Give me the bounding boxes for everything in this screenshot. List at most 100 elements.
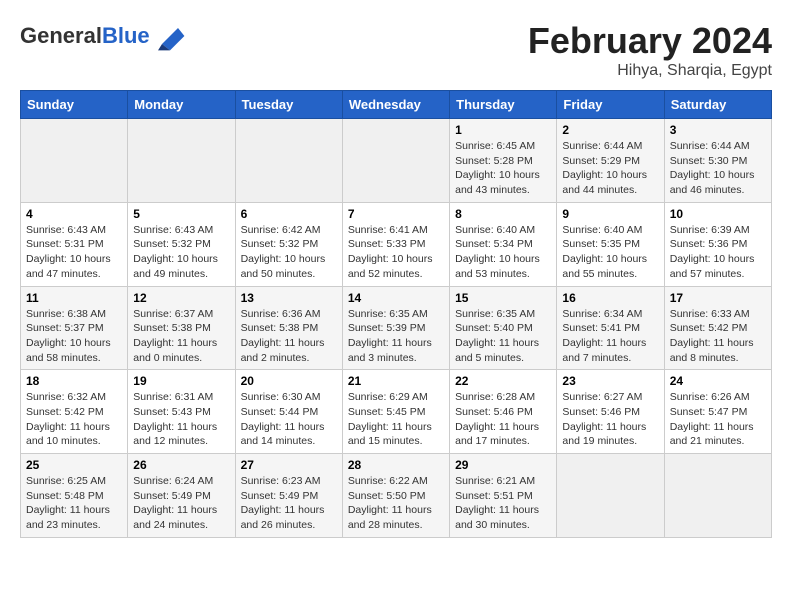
day-info: Sunrise: 6:35 AM Sunset: 5:40 PM Dayligh…	[455, 307, 551, 366]
day-info: Sunrise: 6:35 AM Sunset: 5:39 PM Dayligh…	[348, 307, 444, 366]
calendar-cell: 14 Sunrise: 6:35 AM Sunset: 5:39 PM Dayli…	[342, 286, 449, 370]
logo-blue-text: Blue	[102, 23, 150, 48]
day-number: 2	[562, 123, 658, 137]
day-number: 12	[133, 291, 229, 305]
calendar-cell	[128, 119, 235, 203]
day-number: 28	[348, 458, 444, 472]
day-number: 21	[348, 374, 444, 388]
day-info: Sunrise: 6:37 AM Sunset: 5:38 PM Dayligh…	[133, 307, 229, 366]
day-info: Sunrise: 6:22 AM Sunset: 5:50 PM Dayligh…	[348, 474, 444, 533]
calendar-cell: 3 Sunrise: 6:44 AM Sunset: 5:30 PM Daylig…	[664, 119, 771, 203]
calendar-cell: 20Sunrise: 6:30 AM Sunset: 5:44 PM Dayli…	[235, 370, 342, 454]
day-info: Sunrise: 6:23 AM Sunset: 5:49 PM Dayligh…	[241, 474, 337, 533]
day-number: 24	[670, 374, 766, 388]
day-number: 1	[455, 123, 551, 137]
day-number: 22	[455, 374, 551, 388]
day-number: 20	[241, 374, 337, 388]
day-info: Sunrise: 6:41 AM Sunset: 5:33 PM Dayligh…	[348, 223, 444, 282]
calendar-cell: 21Sunrise: 6:29 AM Sunset: 5:45 PM Dayli…	[342, 370, 449, 454]
logo-general-text: General	[20, 23, 102, 48]
calendar-cell: 24Sunrise: 6:26 AM Sunset: 5:47 PM Dayli…	[664, 370, 771, 454]
logo: GeneralBlue	[20, 20, 186, 52]
logo-icon	[154, 20, 186, 52]
day-number: 6	[241, 207, 337, 221]
day-number: 19	[133, 374, 229, 388]
header-row: SundayMondayTuesdayWednesdayThursdayFrid…	[21, 91, 772, 119]
day-info: Sunrise: 6:40 AM Sunset: 5:34 PM Dayligh…	[455, 223, 551, 282]
week-row-2: 4 Sunrise: 6:43 AM Sunset: 5:31 PM Daylig…	[21, 202, 772, 286]
calendar-cell: 16 Sunrise: 6:34 AM Sunset: 5:41 PM Dayli…	[557, 286, 664, 370]
month-title: February 2024	[528, 20, 772, 62]
day-number: 11	[26, 291, 122, 305]
calendar-cell	[235, 119, 342, 203]
header-day-wednesday: Wednesday	[342, 91, 449, 119]
calendar-cell: 6 Sunrise: 6:42 AM Sunset: 5:32 PM Daylig…	[235, 202, 342, 286]
day-info: Sunrise: 6:32 AM Sunset: 5:42 PM Dayligh…	[26, 390, 122, 449]
day-number: 15	[455, 291, 551, 305]
day-info: Sunrise: 6:39 AM Sunset: 5:36 PM Dayligh…	[670, 223, 766, 282]
calendar-cell	[21, 119, 128, 203]
header-day-thursday: Thursday	[450, 91, 557, 119]
day-number: 3	[670, 123, 766, 137]
calendar-cell: 22 Sunrise: 6:28 AM Sunset: 5:46 PM Dayli…	[450, 370, 557, 454]
calendar-cell: 27 Sunrise: 6:23 AM Sunset: 5:49 PM Dayli…	[235, 454, 342, 538]
day-info: Sunrise: 6:36 AM Sunset: 5:38 PM Dayligh…	[241, 307, 337, 366]
header-day-saturday: Saturday	[664, 91, 771, 119]
day-number: 5	[133, 207, 229, 221]
calendar-cell: 9 Sunrise: 6:40 AM Sunset: 5:35 PM Daylig…	[557, 202, 664, 286]
calendar-cell: 18 Sunrise: 6:32 AM Sunset: 5:42 PM Dayli…	[21, 370, 128, 454]
header-day-friday: Friday	[557, 91, 664, 119]
calendar-cell	[342, 119, 449, 203]
day-info: Sunrise: 6:43 AM Sunset: 5:32 PM Dayligh…	[133, 223, 229, 282]
day-number: 25	[26, 458, 122, 472]
calendar-cell: 25 Sunrise: 6:25 AM Sunset: 5:48 PM Dayli…	[21, 454, 128, 538]
calendar-cell: 26 Sunrise: 6:24 AM Sunset: 5:49 PM Dayli…	[128, 454, 235, 538]
day-info: Sunrise: 6:28 AM Sunset: 5:46 PM Dayligh…	[455, 390, 551, 449]
header-day-sunday: Sunday	[21, 91, 128, 119]
calendar-cell	[664, 454, 771, 538]
calendar-header: SundayMondayTuesdayWednesdayThursdayFrid…	[21, 91, 772, 119]
day-number: 27	[241, 458, 337, 472]
day-number: 16	[562, 291, 658, 305]
day-number: 7	[348, 207, 444, 221]
day-number: 10	[670, 207, 766, 221]
page-header: GeneralBlue February 2024 Hihya, Sharqia…	[20, 20, 772, 80]
day-number: 14	[348, 291, 444, 305]
day-info: Sunrise: 6:38 AM Sunset: 5:37 PM Dayligh…	[26, 307, 122, 366]
location: Hihya, Sharqia, Egypt	[528, 62, 772, 80]
calendar-body: 1 Sunrise: 6:45 AM Sunset: 5:28 PM Daylig…	[21, 119, 772, 538]
day-number: 26	[133, 458, 229, 472]
calendar-cell: 17 Sunrise: 6:33 AM Sunset: 5:42 PM Dayli…	[664, 286, 771, 370]
header-day-tuesday: Tuesday	[235, 91, 342, 119]
calendar-cell: 10 Sunrise: 6:39 AM Sunset: 5:36 PM Dayli…	[664, 202, 771, 286]
calendar-cell: 8 Sunrise: 6:40 AM Sunset: 5:34 PM Daylig…	[450, 202, 557, 286]
calendar-cell: 23Sunrise: 6:27 AM Sunset: 5:46 PM Dayli…	[557, 370, 664, 454]
day-info: Sunrise: 6:42 AM Sunset: 5:32 PM Dayligh…	[241, 223, 337, 282]
day-number: 4	[26, 207, 122, 221]
day-number: 9	[562, 207, 658, 221]
calendar-cell: 29Sunrise: 6:21 AM Sunset: 5:51 PM Dayli…	[450, 454, 557, 538]
day-info: Sunrise: 6:40 AM Sunset: 5:35 PM Dayligh…	[562, 223, 658, 282]
day-info: Sunrise: 6:44 AM Sunset: 5:29 PM Dayligh…	[562, 139, 658, 198]
day-info: Sunrise: 6:34 AM Sunset: 5:41 PM Dayligh…	[562, 307, 658, 366]
calendar-cell: 11 Sunrise: 6:38 AM Sunset: 5:37 PM Dayli…	[21, 286, 128, 370]
calendar-cell: 12 Sunrise: 6:37 AM Sunset: 5:38 PM Dayli…	[128, 286, 235, 370]
day-info: Sunrise: 6:24 AM Sunset: 5:49 PM Dayligh…	[133, 474, 229, 533]
day-number: 17	[670, 291, 766, 305]
day-info: Sunrise: 6:44 AM Sunset: 5:30 PM Dayligh…	[670, 139, 766, 198]
day-info: Sunrise: 6:25 AM Sunset: 5:48 PM Dayligh…	[26, 474, 122, 533]
calendar-cell: 15 Sunrise: 6:35 AM Sunset: 5:40 PM Dayli…	[450, 286, 557, 370]
day-info: Sunrise: 6:45 AM Sunset: 5:28 PM Dayligh…	[455, 139, 551, 198]
week-row-4: 18 Sunrise: 6:32 AM Sunset: 5:42 PM Dayli…	[21, 370, 772, 454]
day-number: 29	[455, 458, 551, 472]
day-number: 8	[455, 207, 551, 221]
day-info: Sunrise: 6:43 AM Sunset: 5:31 PM Dayligh…	[26, 223, 122, 282]
week-row-3: 11 Sunrise: 6:38 AM Sunset: 5:37 PM Dayli…	[21, 286, 772, 370]
day-number: 18	[26, 374, 122, 388]
day-info: Sunrise: 6:33 AM Sunset: 5:42 PM Dayligh…	[670, 307, 766, 366]
calendar-cell: 7 Sunrise: 6:41 AM Sunset: 5:33 PM Daylig…	[342, 202, 449, 286]
day-number: 13	[241, 291, 337, 305]
calendar-table: SundayMondayTuesdayWednesdayThursdayFrid…	[20, 90, 772, 538]
day-info: Sunrise: 6:31 AM Sunset: 5:43 PM Dayligh…	[133, 390, 229, 449]
calendar-cell: 13 Sunrise: 6:36 AM Sunset: 5:38 PM Dayli…	[235, 286, 342, 370]
